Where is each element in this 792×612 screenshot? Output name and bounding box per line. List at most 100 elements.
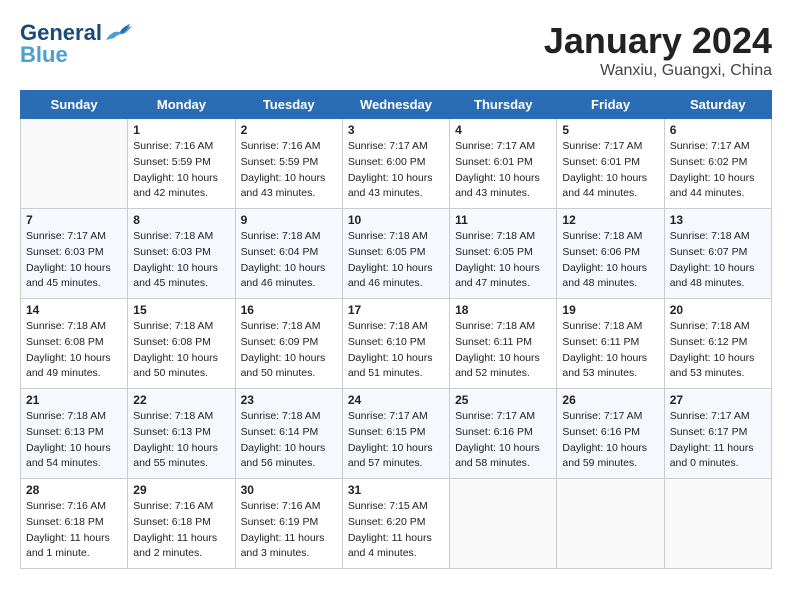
calendar-cell: 27 Sunrise: 7:17 AM Sunset: 6:17 PM Dayli… — [664, 389, 771, 479]
cell-info: Sunrise: 7:15 AM Sunset: 6:20 PM Dayligh… — [348, 499, 444, 562]
calendar-week-row: 14 Sunrise: 7:18 AM Sunset: 6:08 PM Dayli… — [21, 299, 772, 389]
calendar-cell — [664, 479, 771, 569]
cell-info: Sunrise: 7:18 AM Sunset: 6:14 PM Dayligh… — [241, 409, 337, 472]
calendar-cell: 5Sunrise: 7:17 AM Sunset: 6:01 PM Daylig… — [557, 119, 664, 209]
header-day-thursday: Thursday — [450, 91, 557, 119]
header-day-sunday: Sunday — [21, 91, 128, 119]
cell-info: Sunrise: 7:18 AM Sunset: 6:13 PM Dayligh… — [133, 409, 229, 472]
cell-info: Sunrise: 7:18 AM Sunset: 6:03 PM Dayligh… — [133, 229, 229, 292]
header-day-tuesday: Tuesday — [235, 91, 342, 119]
day-number: 18 — [455, 303, 551, 317]
calendar-cell: 16Sunrise: 7:18 AM Sunset: 6:09 PM Dayli… — [235, 299, 342, 389]
calendar-cell: 8 Sunrise: 7:18 AM Sunset: 6:03 PM Daylig… — [128, 209, 235, 299]
cell-info: Sunrise: 7:18 AM Sunset: 6:09 PM Dayligh… — [241, 319, 337, 382]
calendar-cell: 18Sunrise: 7:18 AM Sunset: 6:11 PM Dayli… — [450, 299, 557, 389]
day-number: 1 — [133, 123, 229, 137]
day-number: 22 — [133, 393, 229, 407]
calendar-cell: 23 Sunrise: 7:18 AM Sunset: 6:14 PM Dayli… — [235, 389, 342, 479]
day-number: 14 — [26, 303, 122, 317]
calendar-cell — [21, 119, 128, 209]
calendar-cell: 21 Sunrise: 7:18 AM Sunset: 6:13 PM Dayli… — [21, 389, 128, 479]
cell-info: Sunrise: 7:18 AM Sunset: 6:08 PM Dayligh… — [26, 319, 122, 382]
day-number: 4 — [455, 123, 551, 137]
day-number: 23 — [241, 393, 337, 407]
day-number: 27 — [670, 393, 766, 407]
cell-info: Sunrise: 7:18 AM Sunset: 6:13 PM Dayligh… — [26, 409, 122, 472]
calendar-week-row: 1 Sunrise: 7:16 AM Sunset: 5:59 PM Daylig… — [21, 119, 772, 209]
calendar-cell: 25 Sunrise: 7:17 AM Sunset: 6:16 PM Dayli… — [450, 389, 557, 479]
header-day-monday: Monday — [128, 91, 235, 119]
cell-info: Sunrise: 7:17 AM Sunset: 6:16 PM Dayligh… — [455, 409, 551, 472]
cell-info: Sunrise: 7:16 AM Sunset: 6:18 PM Dayligh… — [26, 499, 122, 562]
calendar-cell: 3 Sunrise: 7:17 AM Sunset: 6:00 PM Daylig… — [342, 119, 449, 209]
calendar-cell: 9 Sunrise: 7:18 AM Sunset: 6:04 PM Daylig… — [235, 209, 342, 299]
day-number: 29 — [133, 483, 229, 497]
day-number: 7 — [26, 213, 122, 227]
cell-info: Sunrise: 7:17 AM Sunset: 6:17 PM Dayligh… — [670, 409, 766, 472]
cell-info: Sunrise: 7:16 AM Sunset: 5:59 PM Dayligh… — [133, 139, 229, 202]
header-day-saturday: Saturday — [664, 91, 771, 119]
calendar-cell: 22 Sunrise: 7:18 AM Sunset: 6:13 PM Dayli… — [128, 389, 235, 479]
calendar-cell: 12 Sunrise: 7:18 AM Sunset: 6:06 PM Dayli… — [557, 209, 664, 299]
calendar-cell: 2 Sunrise: 7:16 AM Sunset: 5:59 PM Daylig… — [235, 119, 342, 209]
cell-info: Sunrise: 7:18 AM Sunset: 6:12 PM Dayligh… — [670, 319, 766, 382]
calendar-cell: 13Sunrise: 7:18 AM Sunset: 6:07 PM Dayli… — [664, 209, 771, 299]
calendar-cell: 14 Sunrise: 7:18 AM Sunset: 6:08 PM Dayli… — [21, 299, 128, 389]
day-number: 9 — [241, 213, 337, 227]
location: Wanxiu, Guangxi, China — [544, 62, 772, 80]
calendar-cell: 11Sunrise: 7:18 AM Sunset: 6:05 PM Dayli… — [450, 209, 557, 299]
day-number: 8 — [133, 213, 229, 227]
cell-info: Sunrise: 7:18 AM Sunset: 6:07 PM Dayligh… — [670, 229, 766, 292]
logo: General Blue — [20, 20, 132, 68]
day-number: 26 — [562, 393, 658, 407]
calendar-week-row: 28 Sunrise: 7:16 AM Sunset: 6:18 PM Dayli… — [21, 479, 772, 569]
day-number: 21 — [26, 393, 122, 407]
cell-info: Sunrise: 7:17 AM Sunset: 6:15 PM Dayligh… — [348, 409, 444, 472]
day-number: 30 — [241, 483, 337, 497]
day-number: 17 — [348, 303, 444, 317]
calendar-week-row: 21 Sunrise: 7:18 AM Sunset: 6:13 PM Dayli… — [21, 389, 772, 479]
day-number: 6 — [670, 123, 766, 137]
calendar-cell: 28 Sunrise: 7:16 AM Sunset: 6:18 PM Dayli… — [21, 479, 128, 569]
cell-info: Sunrise: 7:16 AM Sunset: 5:59 PM Dayligh… — [241, 139, 337, 202]
cell-info: Sunrise: 7:16 AM Sunset: 6:19 PM Dayligh… — [241, 499, 337, 562]
cell-info: Sunrise: 7:18 AM Sunset: 6:04 PM Dayligh… — [241, 229, 337, 292]
cell-info: Sunrise: 7:17 AM Sunset: 6:01 PM Dayligh… — [455, 139, 551, 202]
calendar-cell: 30 Sunrise: 7:16 AM Sunset: 6:19 PM Dayli… — [235, 479, 342, 569]
calendar-cell: 31 Sunrise: 7:15 AM Sunset: 6:20 PM Dayli… — [342, 479, 449, 569]
calendar-header-row: SundayMondayTuesdayWednesdayThursdayFrid… — [21, 91, 772, 119]
cell-info: Sunrise: 7:17 AM Sunset: 6:00 PM Dayligh… — [348, 139, 444, 202]
header-day-wednesday: Wednesday — [342, 91, 449, 119]
day-number: 11 — [455, 213, 551, 227]
day-number: 25 — [455, 393, 551, 407]
calendar-table: SundayMondayTuesdayWednesdayThursdayFrid… — [20, 90, 772, 569]
calendar-cell — [450, 479, 557, 569]
day-number: 12 — [562, 213, 658, 227]
calendar-cell: 19 Sunrise: 7:18 AM Sunset: 6:11 PM Dayli… — [557, 299, 664, 389]
day-number: 31 — [348, 483, 444, 497]
header-day-friday: Friday — [557, 91, 664, 119]
cell-info: Sunrise: 7:17 AM Sunset: 6:16 PM Dayligh… — [562, 409, 658, 472]
page-header: General Blue January 2024 Wanxiu, Guangx… — [20, 20, 772, 80]
cell-info: Sunrise: 7:18 AM Sunset: 6:11 PM Dayligh… — [562, 319, 658, 382]
logo-blue: Blue — [20, 42, 68, 68]
day-number: 24 — [348, 393, 444, 407]
calendar-cell: 7 Sunrise: 7:17 AM Sunset: 6:03 PM Daylig… — [21, 209, 128, 299]
cell-info: Sunrise: 7:17 AM Sunset: 6:03 PM Dayligh… — [26, 229, 122, 292]
day-number: 2 — [241, 123, 337, 137]
cell-info: Sunrise: 7:18 AM Sunset: 6:06 PM Dayligh… — [562, 229, 658, 292]
title-area: January 2024 Wanxiu, Guangxi, China — [544, 20, 772, 80]
day-number: 19 — [562, 303, 658, 317]
cell-info: Sunrise: 7:17 AM Sunset: 6:02 PM Dayligh… — [670, 139, 766, 202]
day-number: 20 — [670, 303, 766, 317]
cell-info: Sunrise: 7:16 AM Sunset: 6:18 PM Dayligh… — [133, 499, 229, 562]
calendar-cell: 15Sunrise: 7:18 AM Sunset: 6:08 PM Dayli… — [128, 299, 235, 389]
cell-info: Sunrise: 7:17 AM Sunset: 6:01 PM Dayligh… — [562, 139, 658, 202]
day-number: 28 — [26, 483, 122, 497]
calendar-cell: 29 Sunrise: 7:16 AM Sunset: 6:18 PM Dayli… — [128, 479, 235, 569]
day-number: 3 — [348, 123, 444, 137]
day-number: 10 — [348, 213, 444, 227]
calendar-cell: 26 Sunrise: 7:17 AM Sunset: 6:16 PM Dayli… — [557, 389, 664, 479]
calendar-week-row: 7 Sunrise: 7:17 AM Sunset: 6:03 PM Daylig… — [21, 209, 772, 299]
cell-info: Sunrise: 7:18 AM Sunset: 6:08 PM Dayligh… — [133, 319, 229, 382]
